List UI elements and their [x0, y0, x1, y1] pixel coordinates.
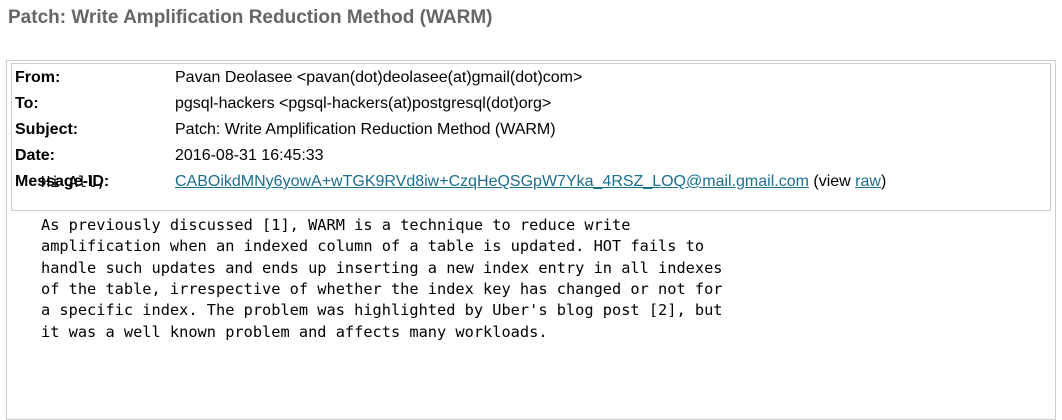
- body-line: of the table, irrespective of whether th…: [41, 280, 723, 299]
- body-line: As previously discussed [1], WARM is a t…: [41, 215, 631, 234]
- subject-value: Patch: Write Amplification Reduction Met…: [175, 121, 556, 138]
- page-title: Patch: Write Amplification Reduction Met…: [8, 7, 493, 28]
- body-line: Hi All,: [41, 173, 106, 191]
- to-value: pgsql-hackers <pgsql-hackers(at)postgres…: [175, 95, 552, 112]
- from-label: From:: [15, 69, 61, 86]
- message-body: Hi All, As previously discussed [1], WAR…: [41, 172, 723, 343]
- date-label: Date:: [15, 147, 56, 164]
- body-line: amplification when an indexed column of …: [41, 237, 705, 256]
- view-suffix: ): [880, 173, 887, 190]
- to-label: To:: [15, 95, 39, 112]
- date-value: 2016-08-31 16:45:33: [175, 147, 324, 164]
- body-line: handle such updates and ends up insertin…: [41, 258, 723, 277]
- view-prefix: (view: [808, 173, 856, 190]
- subject-label: Subject:: [15, 121, 79, 138]
- body-line: it was a well known problem and affects …: [41, 322, 548, 341]
- from-value: Pavan Deolasee <pavan(dot)deolasee(at)gm…: [175, 69, 583, 86]
- body-line: a specific index. The problem was highli…: [41, 301, 723, 320]
- raw-link[interactable]: raw: [855, 173, 881, 190]
